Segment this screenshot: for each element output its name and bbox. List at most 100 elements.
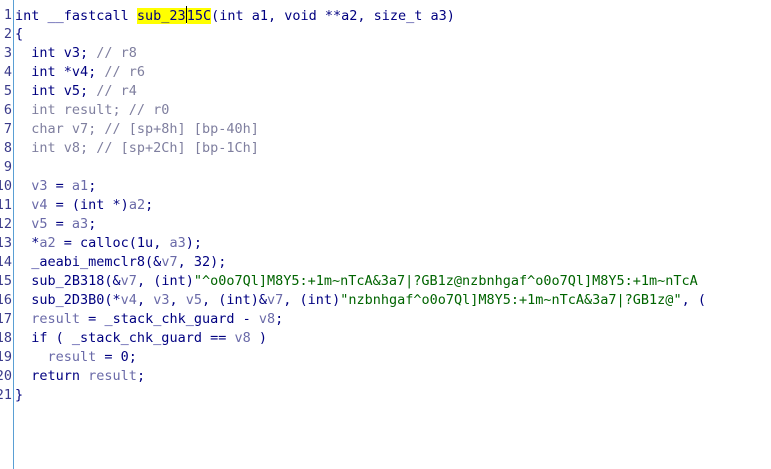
- code-text[interactable]: *a2 = calloc(1u, a3);: [15, 234, 202, 253]
- code-token[interactable]: result: [48, 349, 97, 365]
- code-text[interactable]: sub_2D3B0(*v4, v3, v5, (int)&v7, (int)"n…: [15, 291, 706, 310]
- code-line[interactable]: 11 v4 = (int *)a2;: [0, 196, 771, 215]
- line-number: 16: [0, 292, 12, 308]
- code-text[interactable]: int result; // r0: [15, 101, 169, 120]
- code-text[interactable]: int v3; // r8: [15, 44, 137, 63]
- line-number: 19: [0, 349, 12, 365]
- code-line[interactable]: 18 if ( _stack_chk_guard == v8 ): [0, 329, 771, 348]
- code-token[interactable]: v8: [234, 330, 250, 346]
- line-number: 17: [0, 311, 12, 327]
- code-token[interactable]: v3: [31, 178, 47, 194]
- line-number: 14: [0, 254, 12, 270]
- code-text[interactable]: if ( _stack_chk_guard == v8 ): [15, 329, 267, 348]
- code-line[interactable]: 6 int result; // r0: [0, 101, 771, 120]
- code-token: int v3;: [15, 45, 97, 61]
- code-text[interactable]: v4 = (int *)a2;: [15, 196, 153, 215]
- line-number: 5: [3, 83, 12, 99]
- code-text[interactable]: return result;: [15, 367, 145, 386]
- code-text[interactable]: }: [15, 386, 23, 405]
- code-token: , (int)&: [202, 292, 268, 308]
- code-token[interactable]: v7: [267, 292, 283, 308]
- code-token: sub_2D3B0(*: [15, 292, 121, 308]
- code-token[interactable]: v7: [121, 273, 137, 289]
- highlighted-function-name[interactable]: 15C: [186, 8, 212, 24]
- code-token[interactable]: v3: [153, 292, 169, 308]
- code-token[interactable]: v4: [31, 197, 47, 213]
- code-line[interactable]: 7 char v7; // [sp+8h] [bp-40h]: [0, 120, 771, 139]
- code-token: // r0: [128, 102, 170, 118]
- line-number: 8: [3, 140, 12, 156]
- line-number: 18: [0, 330, 12, 346]
- code-text[interactable]: {: [15, 25, 23, 44]
- code-line[interactable]: 21}: [0, 386, 771, 405]
- code-token: // r4: [96, 83, 137, 99]
- line-number: 3: [3, 45, 12, 61]
- code-token: char v7;: [15, 121, 105, 137]
- code-token[interactable]: a3: [72, 216, 88, 232]
- line-number: 21: [0, 387, 12, 403]
- code-text[interactable]: result = 0;: [15, 348, 137, 367]
- code-text[interactable]: result = _stack_chk_guard - v8;: [15, 310, 283, 329]
- code-line[interactable]: 4 int *v4; // r6: [0, 63, 771, 82]
- code-text[interactable]: sub_2B318(&v7, (int)"^o0o7Ql]M8Y5:+1m~nT…: [15, 272, 698, 291]
- code-token[interactable]: v8: [259, 311, 275, 327]
- code-token[interactable]: _stack_chk_guard: [104, 311, 234, 327]
- pseudocode-listing[interactable]: 1 int __fastcall sub_2315C(int a1, void *…: [0, 6, 771, 405]
- line-number: 6: [3, 102, 12, 118]
- code-token: {: [15, 26, 24, 42]
- code-token[interactable]: v5: [31, 216, 47, 232]
- code-token[interactable]: result: [31, 311, 80, 327]
- code-token: ;: [88, 178, 97, 194]
- code-line[interactable]: 13 *a2 = calloc(1u, a3);: [0, 234, 771, 253]
- code-text[interactable]: int __fastcall sub_2315C(int a1, void **…: [15, 6, 455, 26]
- code-token: "nzbnhgaf^o0o7Ql]M8Y5:+1m~nTcA&3a7|?GB1z…: [340, 292, 682, 308]
- code-line[interactable]: 20 return result;: [0, 367, 771, 386]
- code-token: ,: [136, 292, 154, 308]
- code-line[interactable]: 12 v5 = a3;: [0, 215, 771, 234]
- code-line[interactable]: 10 v3 = a1;: [0, 177, 771, 196]
- code-line[interactable]: 16 sub_2D3B0(*v4, v3, v5, (int)&v7, (int…: [0, 291, 771, 310]
- code-token[interactable]: a2: [129, 197, 145, 213]
- code-line[interactable]: 19 result = 0;: [0, 348, 771, 367]
- code-token[interactable]: v4: [121, 292, 137, 308]
- code-token: // [sp+8h] [bp-40h]: [104, 121, 259, 137]
- code-line[interactable]: 1 int __fastcall sub_2315C(int a1, void *…: [0, 6, 771, 25]
- code-text[interactable]: char v7; // [sp+8h] [bp-40h]: [15, 120, 259, 139]
- code-text[interactable]: _aeabi_memclr8(&v7, 32);: [15, 253, 226, 272]
- code-token: , (int): [136, 273, 194, 289]
- code-token[interactable]: result: [88, 368, 137, 384]
- code-token: // [sp+2Ch] [bp-1Ch]: [96, 140, 259, 156]
- pseudocode-view[interactable]: 1 int __fastcall sub_2315C(int a1, void *…: [0, 0, 771, 469]
- code-token[interactable]: a3: [169, 235, 185, 251]
- code-text[interactable]: v3 = a1;: [15, 177, 96, 196]
- code-line[interactable]: 3 int v3; // r8: [0, 44, 771, 63]
- code-line[interactable]: 2{: [0, 25, 771, 44]
- code-token[interactable]: a1: [72, 178, 88, 194]
- highlighted-function-name[interactable]: sub_23: [136, 8, 186, 24]
- code-text[interactable]: int v8; // [sp+2Ch] [bp-1Ch]: [15, 139, 259, 158]
- code-text[interactable]: int *v4; // r6: [15, 63, 145, 82]
- code-line[interactable]: 9: [0, 158, 771, 177]
- code-line[interactable]: 5 int v5; // r4: [0, 82, 771, 101]
- line-number: 11: [0, 197, 12, 213]
- code-token: _aeabi_memclr8(&: [15, 254, 162, 270]
- code-token[interactable]: v7: [161, 254, 177, 270]
- code-text[interactable]: v5 = a3;: [15, 215, 96, 234]
- code-line[interactable]: 17 result = _stack_chk_guard - v8;: [0, 310, 771, 329]
- code-line[interactable]: 8 int v8; // [sp+2Ch] [bp-1Ch]: [0, 139, 771, 158]
- code-line[interactable]: 15 sub_2B318(&v7, (int)"^o0o7Ql]M8Y5:+1m…: [0, 272, 771, 291]
- code-token[interactable]: _stack_chk_guard: [72, 330, 202, 346]
- line-number: 7: [3, 121, 12, 137]
- code-line[interactable]: 14 _aeabi_memclr8(&v7, 32);: [0, 253, 771, 272]
- code-text[interactable]: int v5; // r4: [15, 82, 137, 101]
- code-token: // r8: [96, 45, 137, 61]
- code-token: // r6: [104, 64, 146, 80]
- code-token[interactable]: v5: [186, 292, 202, 308]
- code-token: "^o0o7Ql]M8Y5:+1m~nTcA&3a7|?GB1z@nzbnhga…: [193, 273, 698, 289]
- code-token[interactable]: a2: [39, 235, 55, 251]
- code-token: ;: [88, 216, 97, 232]
- code-token: , (int): [283, 292, 341, 308]
